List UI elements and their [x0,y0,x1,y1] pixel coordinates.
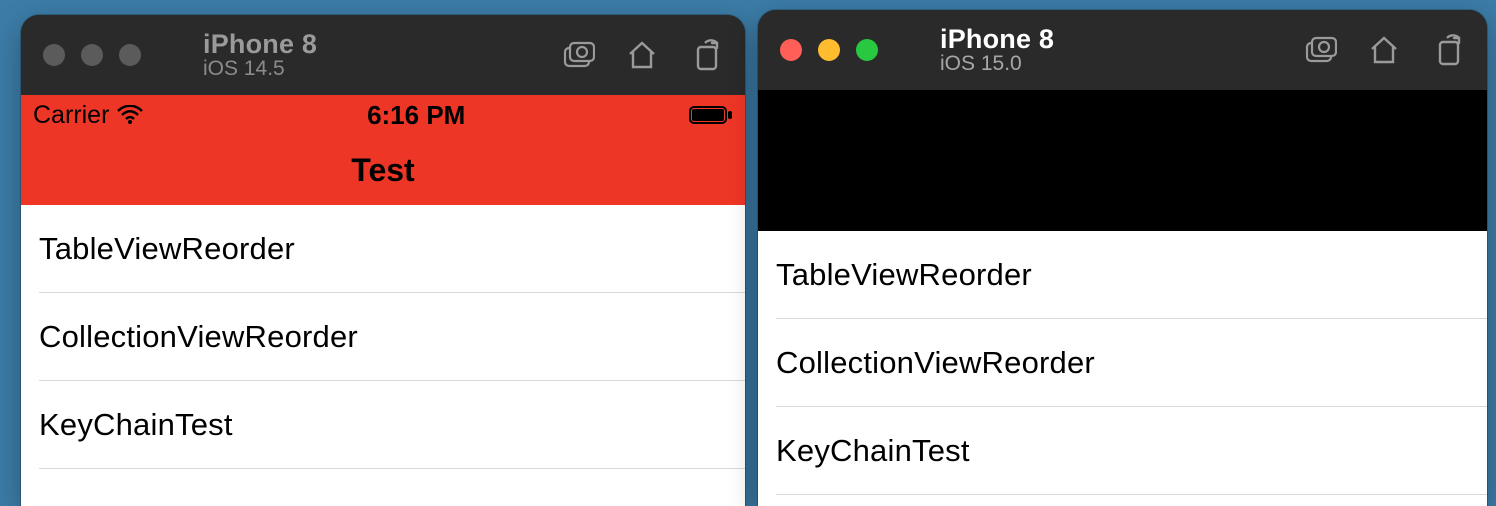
simulator-window-left: iPhone 8 iOS 14.5 [21,15,745,506]
carrier-text: Carrier [33,101,109,130]
phone-screen: Carrier 6:16 PM [21,95,745,506]
screenshot-icon[interactable] [1303,33,1337,67]
device-os: iOS 14.5 [203,58,543,80]
minimize-button[interactable] [818,39,840,61]
device-label: iPhone 8 iOS 15.0 [940,25,1285,75]
nav-and-status-area [758,90,1487,231]
device-os: iOS 15.0 [940,53,1285,75]
toolbar-icons [1303,33,1465,67]
home-icon[interactable] [1367,33,1401,67]
phone-screen: TableViewReorder CollectionViewReorder K… [758,90,1487,506]
table-row[interactable]: KeyChainTest [776,407,1487,495]
screenshot-icon[interactable] [561,38,595,72]
nav-title: Test [351,152,414,189]
minimize-button[interactable] [81,44,103,66]
traffic-lights [43,44,141,66]
home-icon[interactable] [625,38,659,72]
table-row[interactable]: CollectionViewReorder [39,293,745,381]
device-name: iPhone 8 [940,25,1285,53]
row-label: CollectionViewReorder [776,345,1095,381]
zoom-button[interactable] [119,44,141,66]
device-label: iPhone 8 iOS 14.5 [203,30,543,80]
table-row[interactable]: KeyChainTest [39,381,745,469]
wifi-icon [117,105,143,125]
toolbar-icons [561,38,723,72]
rotate-icon[interactable] [689,38,723,72]
window-titlebar[interactable]: iPhone 8 iOS 15.0 [758,10,1487,90]
row-label: TableViewReorder [39,231,295,267]
traffic-lights [780,39,878,61]
navigation-bar: Test [21,135,745,205]
row-label: KeyChainTest [776,433,970,469]
row-label: KeyChainTest [39,407,233,443]
table-row[interactable]: TableViewReorder [39,205,745,293]
rotate-icon[interactable] [1431,33,1465,67]
simulator-window-right: iPhone 8 iOS 15.0 [758,10,1487,506]
window-titlebar[interactable]: iPhone 8 iOS 14.5 [21,15,745,95]
table-row[interactable]: CollectionViewReorder [776,319,1487,407]
row-label: TableViewReorder [776,257,1032,293]
table-view[interactable]: TableViewReorder CollectionViewReorder K… [758,231,1487,495]
table-row[interactable]: TableViewReorder [776,231,1487,319]
battery-icon [689,105,733,125]
zoom-button[interactable] [856,39,878,61]
device-name: iPhone 8 [203,30,543,58]
carrier-label: Carrier [33,101,143,130]
row-label: CollectionViewReorder [39,319,358,355]
close-button[interactable] [43,44,65,66]
nav-and-status-area: Carrier 6:16 PM [21,95,745,205]
close-button[interactable] [780,39,802,61]
status-time: 6:16 PM [143,100,689,131]
status-bar: Carrier 6:16 PM [21,95,745,135]
table-view[interactable]: TableViewReorder CollectionViewReorder K… [21,205,745,469]
